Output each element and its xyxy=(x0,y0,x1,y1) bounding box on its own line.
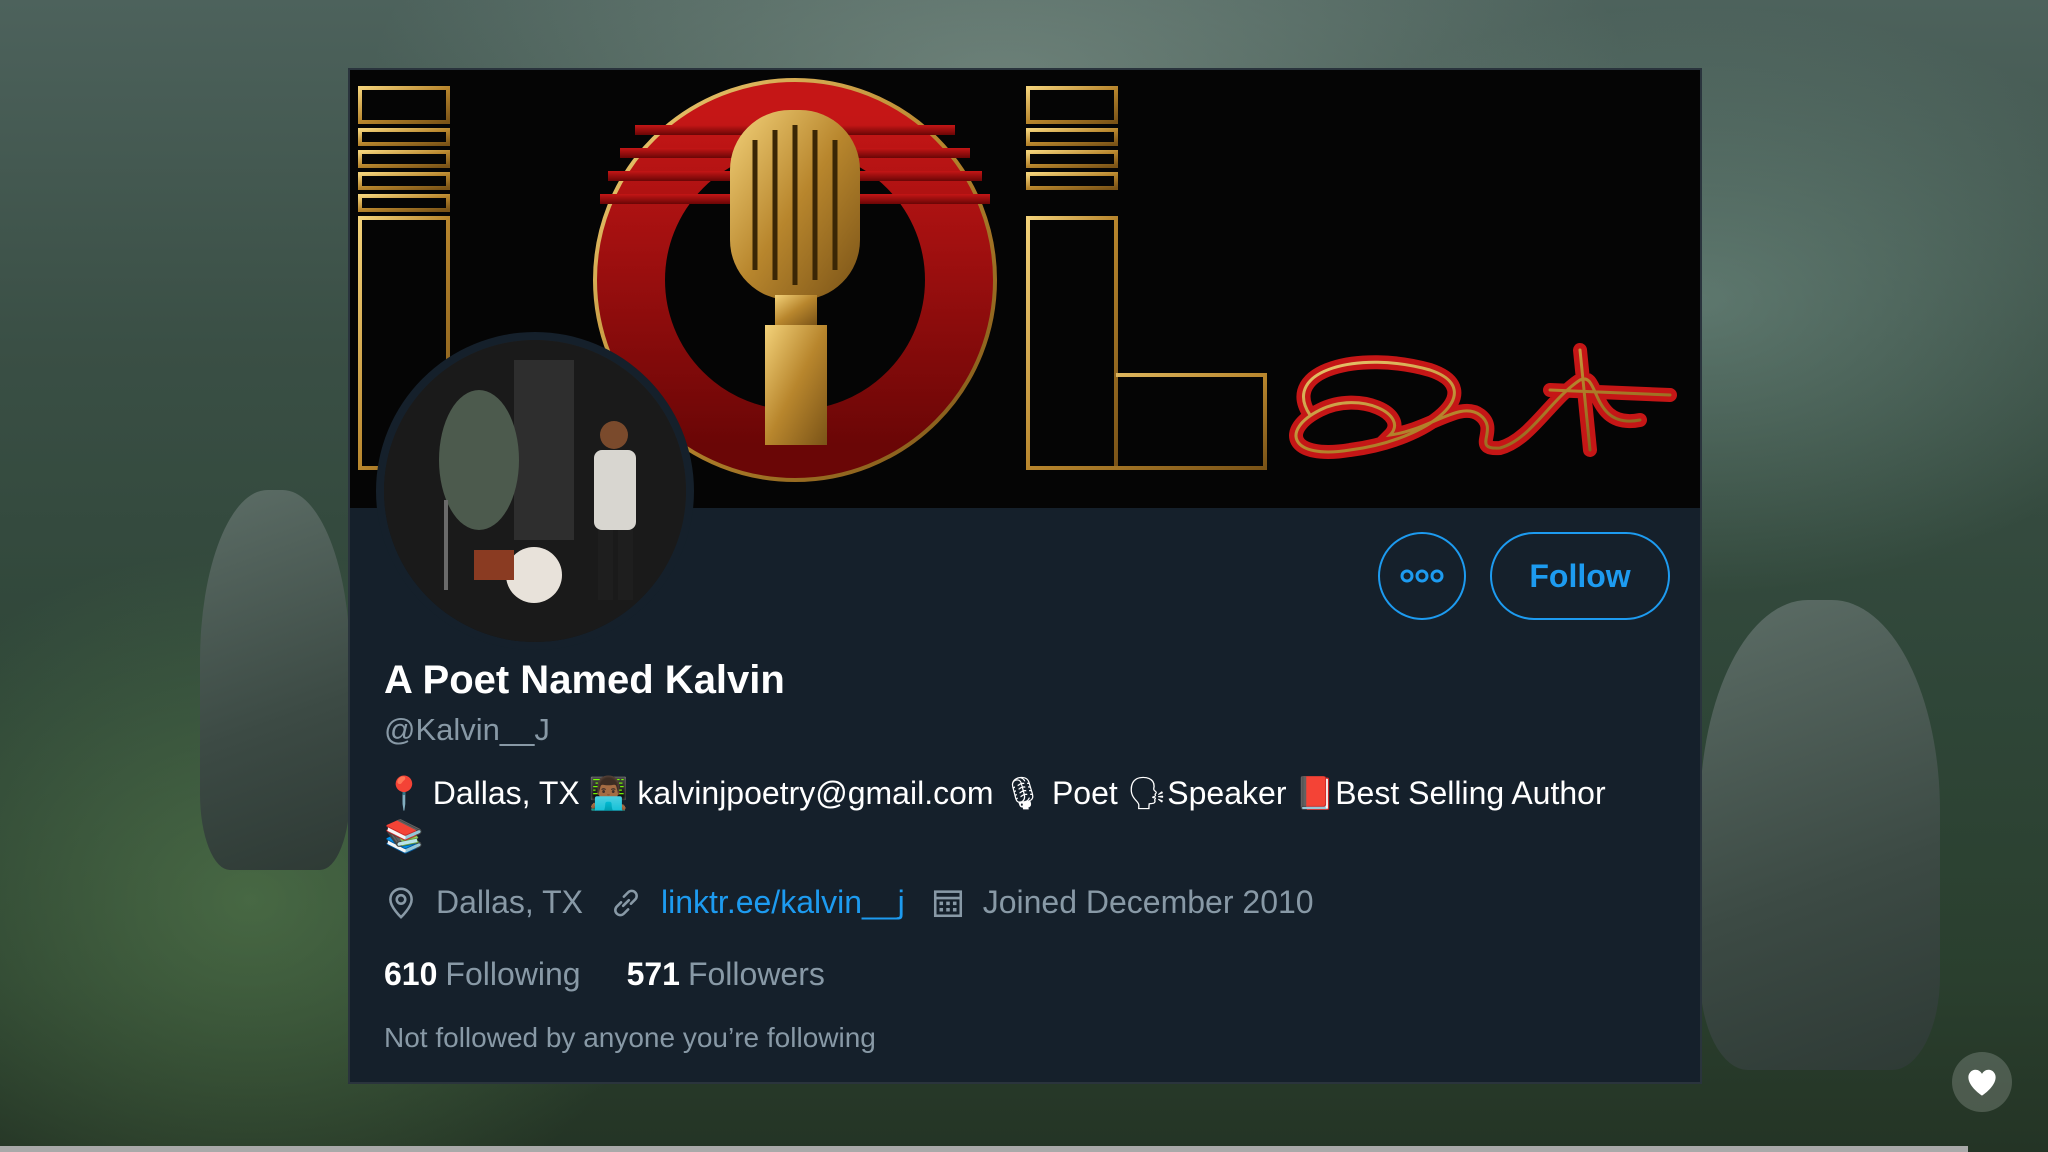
joined-text: Joined December 2010 xyxy=(982,884,1314,920)
more-icon xyxy=(1400,569,1444,583)
profile-name: A Poet Named Kalvin xyxy=(384,658,785,702)
profile-stats: 610 Following 571 Followers xyxy=(384,956,871,993)
avatar-illustration xyxy=(384,340,686,642)
meta-joined: Joined December 2010 xyxy=(931,884,1314,921)
profile-avatar[interactable] xyxy=(376,332,694,650)
website-link[interactable]: linktr.ee/kalvin__j xyxy=(661,884,905,921)
following-label: Following xyxy=(445,956,581,992)
like-button[interactable] xyxy=(1952,1052,2012,1112)
profile-bio: 📍 Dallas, TX 👨🏾‍💻 kalvinjpoetry@gmail.co… xyxy=(384,775,1606,854)
background-rock-right xyxy=(1700,600,1940,1070)
followers-count: 571 xyxy=(626,956,680,992)
profile-handle: @Kalvin__J xyxy=(384,712,550,747)
location-pin-icon xyxy=(389,887,413,919)
mutual-followers-note: Not followed by anyone you’re following xyxy=(384,1022,876,1053)
followers-label: Followers xyxy=(687,956,825,992)
calendar-icon xyxy=(933,889,962,917)
following-stat[interactable]: 610 Following xyxy=(384,956,581,993)
profile-meta: Dallas, TX linktr.ee/kalvin__j Joined De… xyxy=(384,884,1340,921)
progress-bar xyxy=(0,1146,1968,1152)
background-rock-left xyxy=(200,490,350,870)
following-count: 610 xyxy=(384,956,438,992)
meta-location: Dallas, TX xyxy=(384,884,583,921)
location-text: Dallas, TX xyxy=(436,884,584,920)
profile-card: Follow A Poet Named Kalvin @Kalvin__J 📍 … xyxy=(348,68,1702,1084)
avatar-photo xyxy=(384,340,686,642)
followers-stat[interactable]: 571 Followers xyxy=(627,956,825,993)
more-options-button[interactable] xyxy=(1378,532,1466,620)
meta-website[interactable]: linktr.ee/kalvin__j xyxy=(609,884,905,921)
follow-button[interactable]: Follow xyxy=(1490,532,1670,620)
heart-icon xyxy=(1968,1069,1996,1096)
link-icon xyxy=(614,889,638,916)
